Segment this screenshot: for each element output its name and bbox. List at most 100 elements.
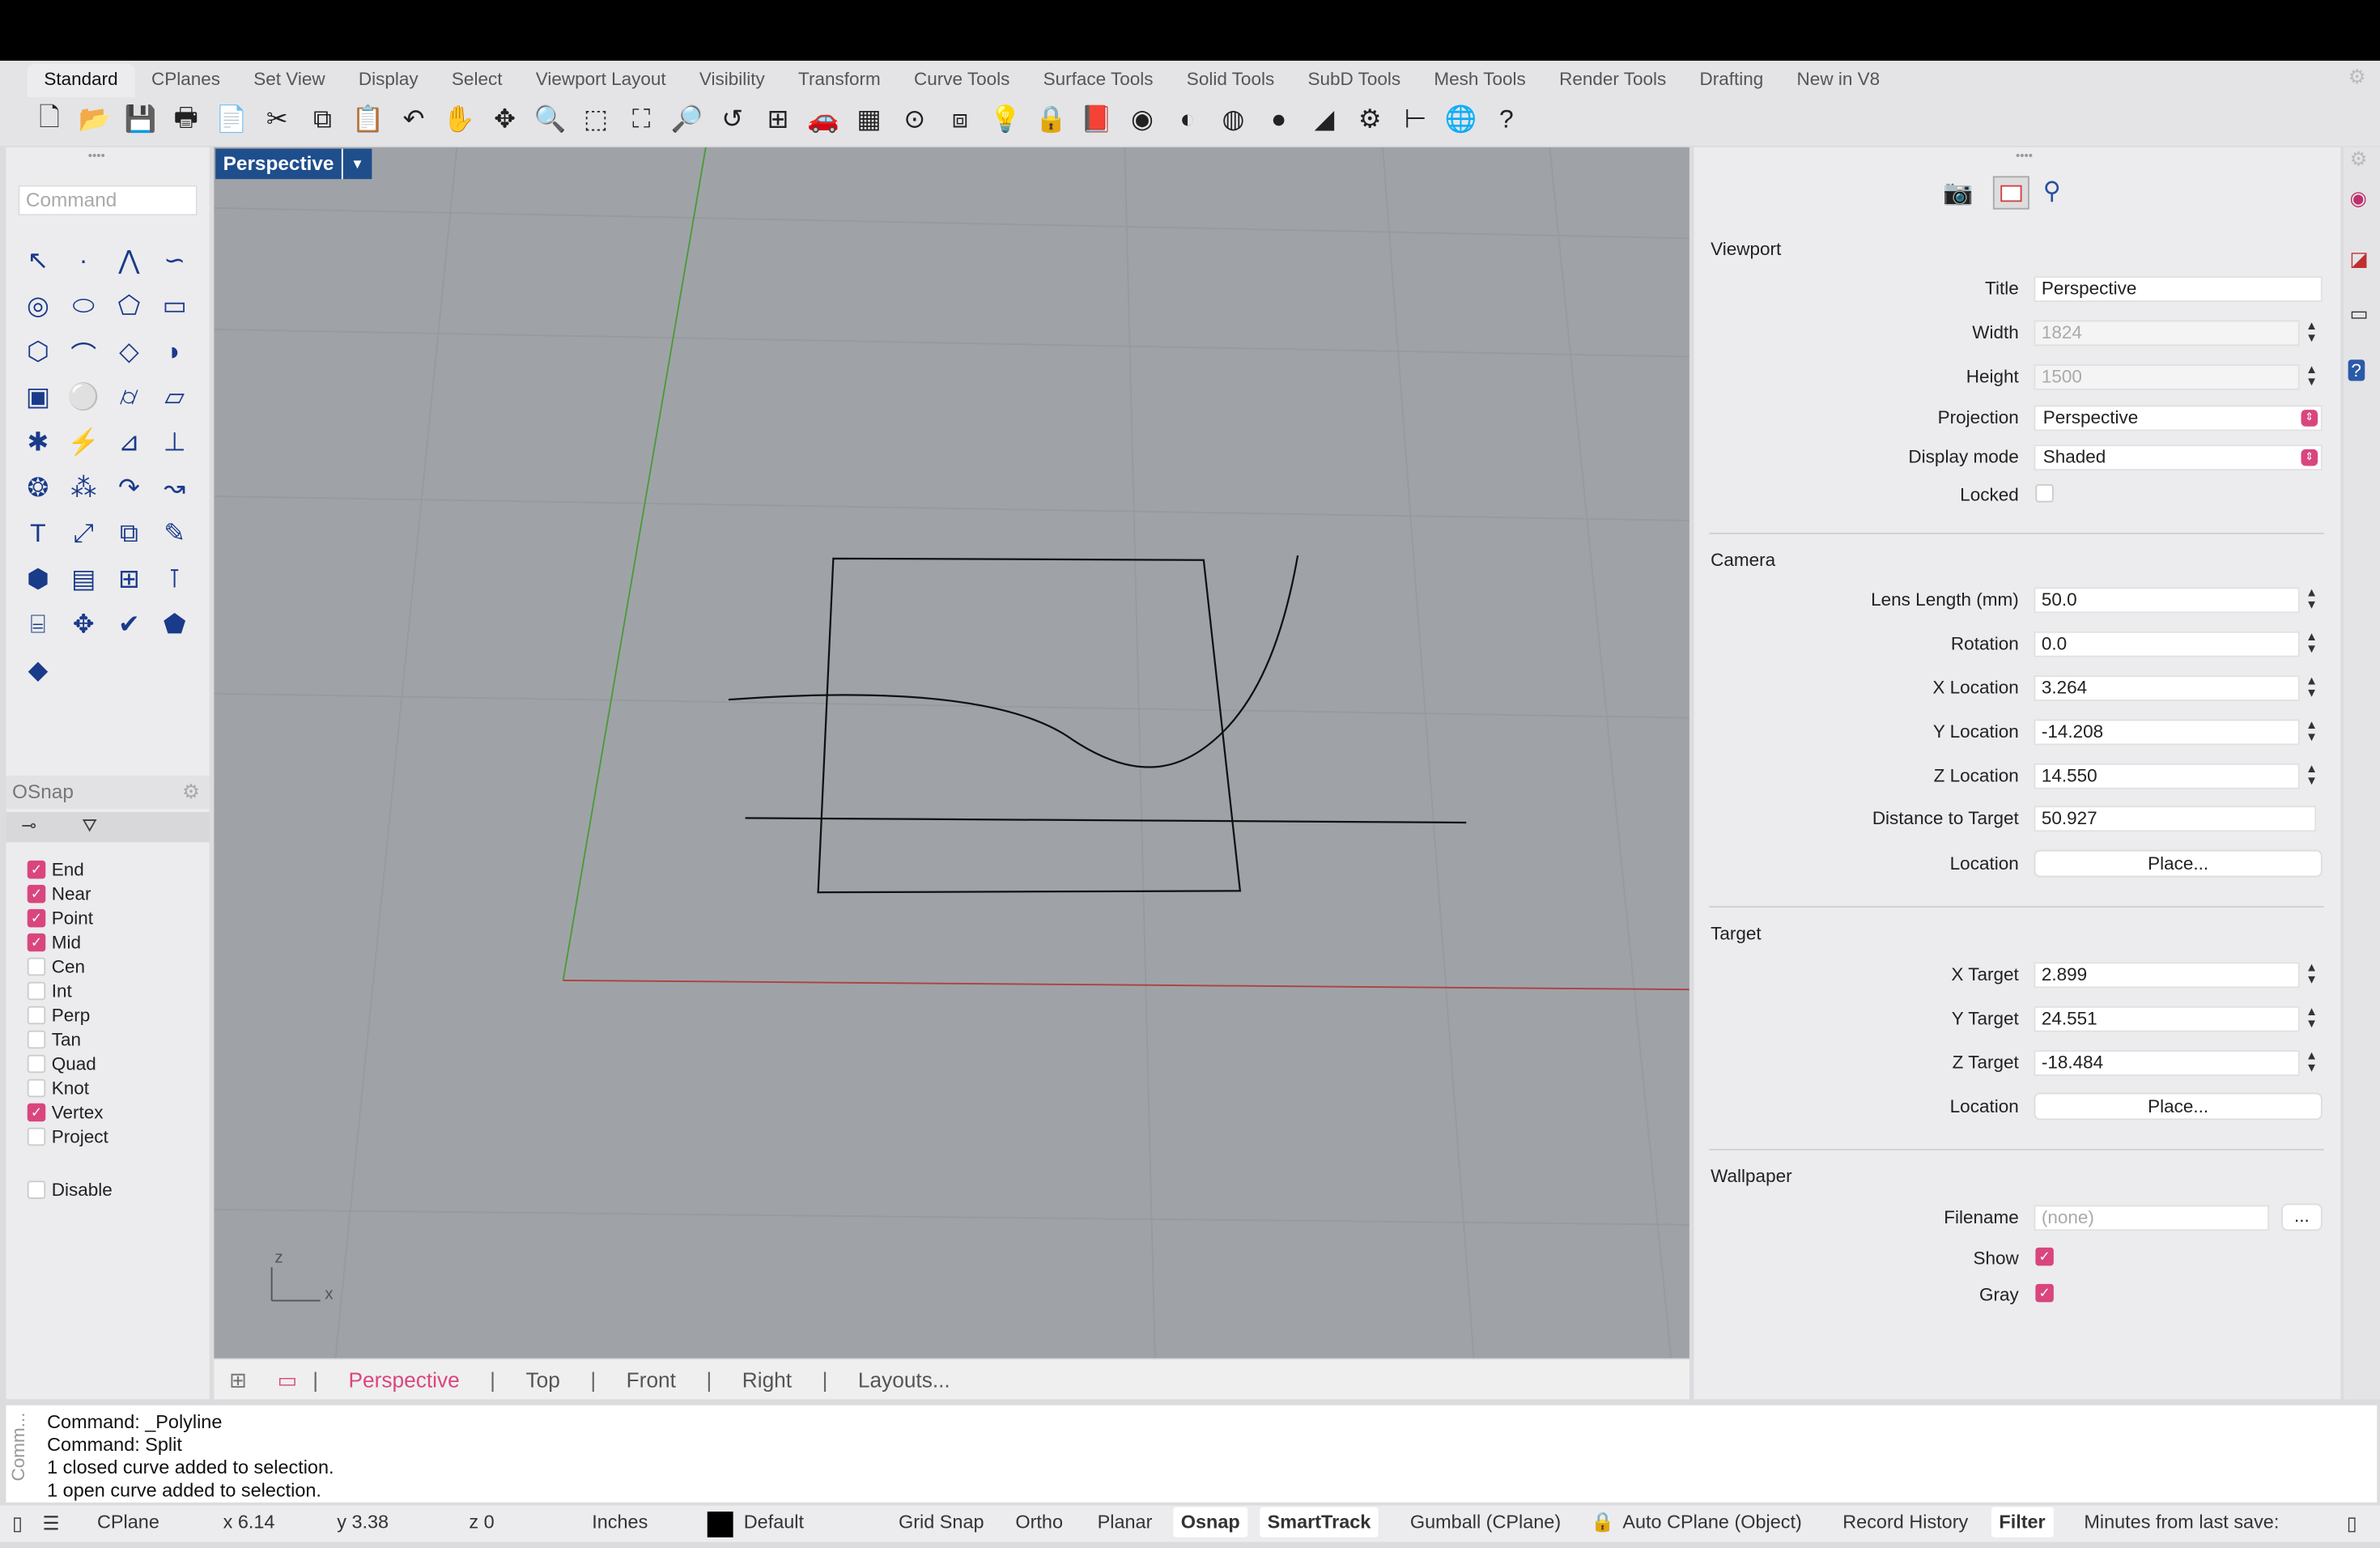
zoom-selected-icon[interactable]: 🔎 xyxy=(668,101,706,139)
drag-handle[interactable]: •••• xyxy=(88,149,105,163)
color-wheel-icon[interactable]: ◉ xyxy=(2350,187,2367,211)
drag-handle[interactable]: •••• xyxy=(2016,149,2033,163)
osnap-toggle[interactable]: Osnap xyxy=(1173,1507,1248,1537)
closed-rectangle-curve[interactable] xyxy=(817,557,1242,894)
viewport-properties-icon[interactable] xyxy=(1992,176,2029,210)
x-location-field[interactable]: 3.264 xyxy=(2034,675,2300,702)
tab-select[interactable]: Select xyxy=(435,64,519,97)
layer-panel-icon[interactable]: 📕 xyxy=(1077,101,1116,139)
distance-field[interactable]: 50.927 xyxy=(2034,806,2317,832)
y-location-field[interactable]: -14.208 xyxy=(2034,719,2300,746)
dimension-icon[interactable]: ⊺ xyxy=(152,557,198,602)
osnap-item-vertex[interactable]: ✓ Vertex xyxy=(27,1100,108,1125)
zoom-extents-icon[interactable]: ⛶ xyxy=(623,101,661,139)
toolbar-gear-icon[interactable]: ⚙ xyxy=(2348,66,2366,90)
tab-drafting[interactable]: Drafting xyxy=(1683,64,1780,97)
paste-icon[interactable]: 📋 xyxy=(349,101,387,139)
tab-subd-tools[interactable]: SubD Tools xyxy=(1291,64,1417,97)
panel-toggle-icon[interactable]: ▯ xyxy=(12,1512,23,1534)
tab-front[interactable]: Front xyxy=(596,1367,706,1392)
zoom-icon[interactable]: 🔍 xyxy=(531,101,569,139)
viewport-title-label[interactable]: Perspective xyxy=(215,149,342,179)
z-target-field[interactable]: -18.484 xyxy=(2034,1050,2300,1077)
curve-icon[interactable]: ∽ xyxy=(152,238,198,283)
tab-cplanes[interactable]: CPlanes xyxy=(134,64,236,97)
osnap-item-tan[interactable]: Tan xyxy=(27,1027,108,1052)
explode-icon[interactable]: ✱ xyxy=(15,420,61,466)
smarttrack-toggle[interactable]: SmartTrack xyxy=(1260,1507,1379,1537)
checkbox[interactable] xyxy=(27,1078,46,1098)
help-icon[interactable]: ? xyxy=(1488,101,1526,139)
checkbox[interactable]: ✓ xyxy=(27,884,46,904)
planar-toggle[interactable]: Planar xyxy=(1098,1512,1153,1533)
osnap-icon[interactable]: ⊙ xyxy=(895,101,933,139)
x-location-stepper[interactable]: ▲ ▼ xyxy=(2304,674,2319,701)
layers-icon[interactable]: ◪ xyxy=(2350,248,2369,272)
surface-icon[interactable]: ◇ xyxy=(106,330,151,375)
car-icon[interactable]: 🚗 xyxy=(805,101,843,139)
boolean-icon[interactable]: ⚡ xyxy=(61,420,106,466)
print-icon[interactable]: 🖶 xyxy=(167,101,205,139)
zoom-window-icon[interactable]: ⬚ xyxy=(577,101,615,139)
fillet-icon[interactable]: ⬡ xyxy=(15,330,61,375)
lock-icon[interactable]: 🔒 xyxy=(1032,101,1070,139)
light-icon[interactable]: 💡 xyxy=(987,101,1025,139)
width-field[interactable]: 1824 xyxy=(2034,320,2300,347)
cylinder-icon[interactable]: ⌭ xyxy=(106,375,151,420)
ortho-toggle[interactable]: Ortho xyxy=(1015,1512,1063,1533)
tab-viewport-layout[interactable]: Viewport Layout xyxy=(519,64,682,97)
save-icon[interactable]: 💾 xyxy=(121,101,159,139)
tab-render-tools[interactable]: Render Tools xyxy=(1542,64,1682,97)
osnap-item-end[interactable]: ✓ End xyxy=(27,857,108,882)
spheres-icon[interactable]: ⚪ xyxy=(61,375,106,420)
polyline-icon[interactable]: ⋀ xyxy=(106,238,151,283)
z-location-stepper[interactable]: ▲ ▼ xyxy=(2304,763,2319,789)
checkbox[interactable]: ✓ xyxy=(27,933,46,952)
mesh-icon[interactable]: ⬟ xyxy=(152,602,198,648)
height-field[interactable]: 1500 xyxy=(2034,364,2300,390)
options-gear-icon[interactable]: ⚙ xyxy=(1351,101,1389,139)
copy-icon[interactable]: ⧉ xyxy=(304,101,342,139)
osnap-item-near[interactable]: ✓ Near xyxy=(27,882,108,906)
x-target-stepper[interactable]: ▲ ▼ xyxy=(2304,961,2319,988)
polygon-icon[interactable]: ⬠ xyxy=(106,284,151,330)
array-icon[interactable]: ⧉ xyxy=(106,512,151,557)
gumball-toggle[interactable]: Gumball (CPlane) xyxy=(1410,1512,1561,1533)
tab-top[interactable]: Top xyxy=(495,1367,590,1392)
lock-icon[interactable]: 🔒 xyxy=(1591,1512,1614,1534)
rebuild-icon[interactable]: ↷ xyxy=(106,466,151,511)
osnap-disable[interactable]: Disable xyxy=(27,1178,113,1202)
material-icon[interactable]: ◢ xyxy=(1306,101,1344,139)
shaded-sphere-icon[interactable]: ◐ xyxy=(1169,101,1207,139)
point-icon[interactable]: · xyxy=(61,238,106,283)
checkbox[interactable]: ✓ xyxy=(27,860,46,879)
y-target-stepper[interactable]: ▲ ▼ xyxy=(2304,1006,2319,1032)
width-stepper[interactable]: ▲ ▼ xyxy=(2304,320,2319,347)
osnap-item-project[interactable]: Project xyxy=(27,1125,108,1149)
layer-color-swatch[interactable] xyxy=(707,1512,733,1537)
group-icon[interactable]: ❂ xyxy=(15,466,61,511)
grid-plane-icon[interactable]: ▦ xyxy=(850,101,888,139)
y-target-field[interactable]: 24.551 xyxy=(2034,1006,2300,1032)
nodes-icon[interactable]: ⁂ xyxy=(61,466,106,511)
open-folder-icon[interactable]: 📂 xyxy=(76,101,114,139)
osnap-item-quad[interactable]: Quad xyxy=(27,1052,108,1076)
checkbox[interactable] xyxy=(27,1054,46,1074)
color-wheel-icon[interactable]: ◉ xyxy=(1124,101,1162,139)
tab-layouts[interactable]: Layouts... xyxy=(827,1367,980,1392)
viewport-title[interactable]: Perspective ▼ xyxy=(215,148,372,180)
tab-transform[interactable]: Transform xyxy=(781,64,897,97)
select-arrow-icon[interactable]: ↖ xyxy=(15,238,61,283)
rectangle-icon[interactable]: ▭ xyxy=(152,284,198,330)
dimension-icon[interactable]: ⊢ xyxy=(1396,101,1434,139)
panel-gear-icon[interactable]: ⚙ xyxy=(2350,147,2368,172)
rendered-sphere-icon[interactable]: ● xyxy=(1260,101,1298,139)
tab-right[interactable]: Right xyxy=(712,1367,822,1392)
projection-select[interactable]: Perspective ⇕ xyxy=(2034,405,2323,432)
osnap-item-cen[interactable]: Cen xyxy=(27,955,108,979)
gumball-icon[interactable]: ✥ xyxy=(61,602,106,648)
analysis-icon[interactable]: ⌸ xyxy=(15,602,61,648)
checkbox[interactable] xyxy=(27,1006,46,1025)
osnap-tab-icon[interactable]: ⊸ xyxy=(21,815,36,836)
height-stepper[interactable]: ▲ ▼ xyxy=(2304,364,2319,390)
